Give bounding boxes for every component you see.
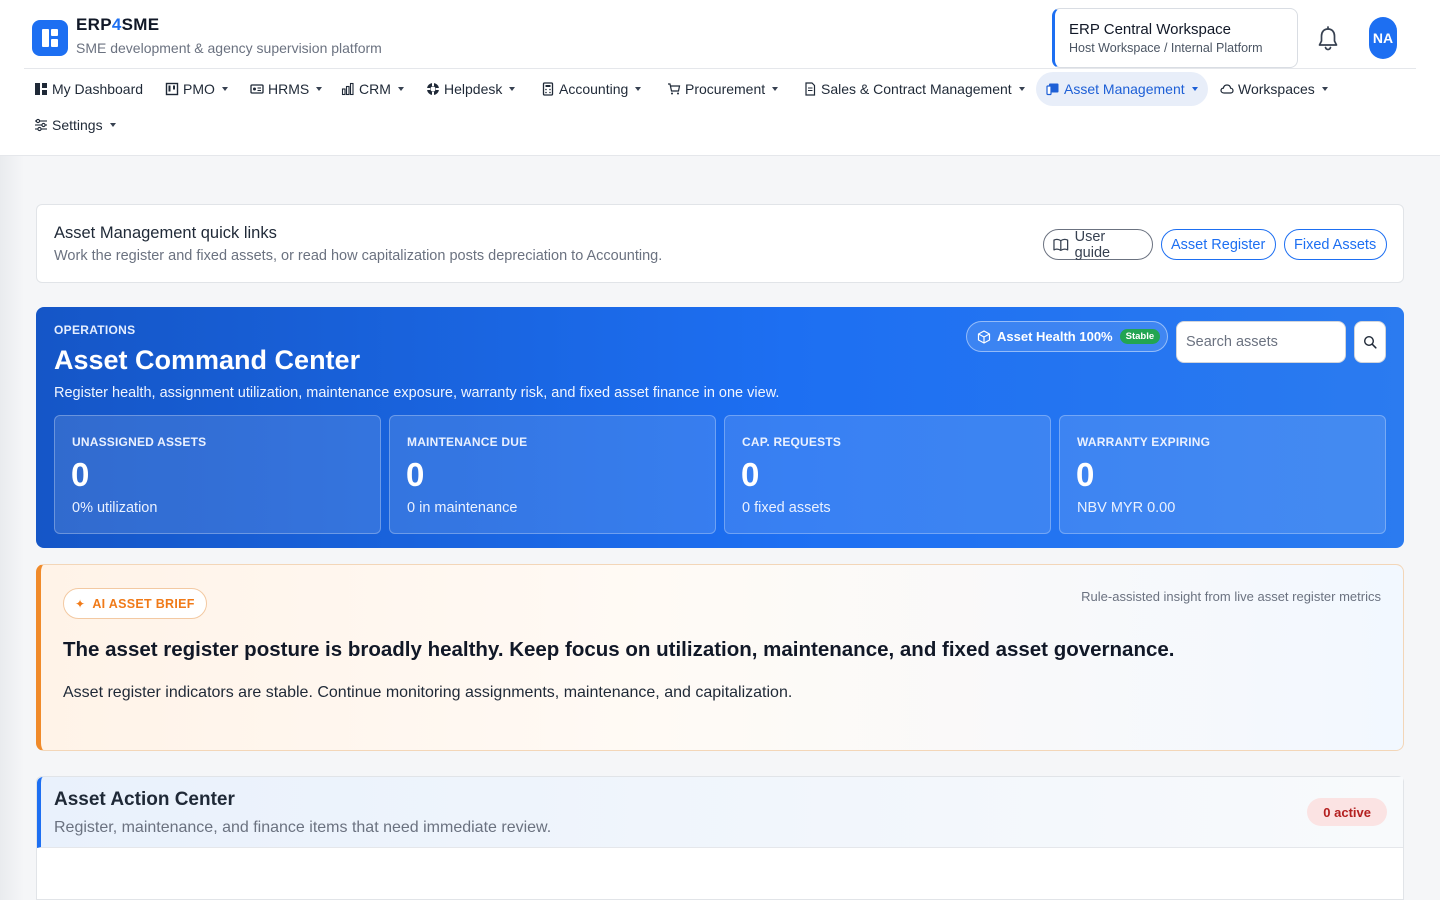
ai-brief-text: Asset register indicators are stable. Co… xyxy=(63,684,793,701)
user-guide-button[interactable]: User guide xyxy=(1043,229,1153,261)
workspace-switcher[interactable]: ERP Central Workspace Host Workspace / I… xyxy=(1052,8,1298,68)
chart-icon xyxy=(341,82,354,96)
active-count-badge: 0 active xyxy=(1307,798,1387,826)
logo-icon xyxy=(32,20,68,56)
quick-links-subtitle: Work the register and fixed assets, or r… xyxy=(54,248,663,264)
command-center-subtitle: Register health, assignment utilization,… xyxy=(54,385,780,401)
stable-badge: Stable xyxy=(1119,329,1161,344)
stat-maintenance-due[interactable]: MAINTENANCE DUE 0 0 in maintenance xyxy=(389,415,716,534)
cube-icon xyxy=(977,329,991,344)
nav-pmo[interactable]: PMO xyxy=(155,72,238,106)
search-icon xyxy=(1363,335,1377,349)
ai-brief-note: Rule-assisted insight from live asset re… xyxy=(1081,589,1381,604)
command-center-title: Asset Command Center xyxy=(54,345,361,375)
asset-command-center: OPERATIONS Asset Command Center Register… xyxy=(36,307,1404,548)
search-assets-input[interactable] xyxy=(1176,321,1346,363)
nav-procurement[interactable]: Procurement xyxy=(657,72,788,106)
nav-my-dashboard[interactable]: My Dashboard xyxy=(24,72,153,106)
document-icon xyxy=(805,82,816,96)
brand-tagline: SME development & agency supervision pla… xyxy=(76,40,382,56)
nav-crm[interactable]: CRM xyxy=(331,72,414,106)
cloud-icon xyxy=(1220,84,1234,94)
stat-warranty-expiring[interactable]: WARRANTY EXPIRING 0 NBV MYR 0.00 xyxy=(1059,415,1386,534)
kanban-icon xyxy=(165,82,179,96)
ai-asset-brief: ✦ AI ASSET BRIEF Rule-assisted insight f… xyxy=(36,564,1404,751)
action-center-subtitle: Register, maintenance, and finance items… xyxy=(54,819,552,836)
action-center-header: Asset Action Center Register, maintenanc… xyxy=(37,777,1403,848)
page-left-shade xyxy=(0,156,24,900)
search-button[interactable] xyxy=(1354,321,1386,363)
nav-helpdesk[interactable]: Helpdesk xyxy=(416,72,525,106)
asset-health-badge: Asset Health 100% Stable xyxy=(966,321,1168,352)
nav-accounting[interactable]: Accounting xyxy=(531,72,651,106)
workspace-subtitle: Host Workspace / Internal Platform xyxy=(1069,41,1263,55)
sliders-icon xyxy=(35,118,47,132)
brand[interactable]: ERP4SME SME development & agency supervi… xyxy=(32,15,382,56)
cart-icon xyxy=(668,83,681,95)
command-center-kicker: OPERATIONS xyxy=(54,323,136,337)
header-divider xyxy=(24,68,1416,69)
workspace-title: ERP Central Workspace xyxy=(1069,21,1232,38)
asset-register-button[interactable]: Asset Register xyxy=(1161,229,1276,260)
brand-name: ERP4SME xyxy=(76,15,160,34)
id-card-icon xyxy=(250,84,264,94)
asset-action-center: Asset Action Center Register, maintenanc… xyxy=(36,776,1404,900)
user-avatar[interactable]: NA xyxy=(1369,17,1397,59)
ai-brief-chip: ✦ AI ASSET BRIEF xyxy=(63,588,207,619)
sparkle-icon: ✦ xyxy=(75,596,86,611)
nav-sales-contract[interactable]: Sales & Contract Management xyxy=(793,72,1035,106)
nav-settings[interactable]: Settings xyxy=(24,108,126,142)
stat-unassigned-assets[interactable]: UNASSIGNED ASSETS 0 0% utilization xyxy=(54,415,381,534)
quick-links-title: Asset Management quick links xyxy=(54,224,277,242)
nav-hrms[interactable]: HRMS xyxy=(240,72,332,106)
quick-links-panel: Asset Management quick links Work the re… xyxy=(36,204,1404,283)
stat-cap-requests[interactable]: CAP. REQUESTS 0 0 fixed assets xyxy=(724,415,1051,534)
bell-icon[interactable] xyxy=(1316,26,1340,52)
lifebuoy-icon xyxy=(427,83,439,95)
book-icon xyxy=(1053,238,1069,251)
nav-asset-management[interactable]: Asset Management xyxy=(1036,72,1208,106)
fixed-assets-button[interactable]: Fixed Assets xyxy=(1284,229,1387,260)
nav-workspaces[interactable]: Workspaces xyxy=(1210,72,1338,106)
device-icon xyxy=(1046,83,1059,96)
action-center-title: Asset Action Center xyxy=(54,789,235,810)
calculator-icon xyxy=(542,82,554,96)
app-header: ERP4SME SME development & agency supervi… xyxy=(0,0,1440,156)
ai-brief-headline: The asset register posture is broadly he… xyxy=(63,638,1175,661)
dashboard-icon xyxy=(35,83,47,95)
